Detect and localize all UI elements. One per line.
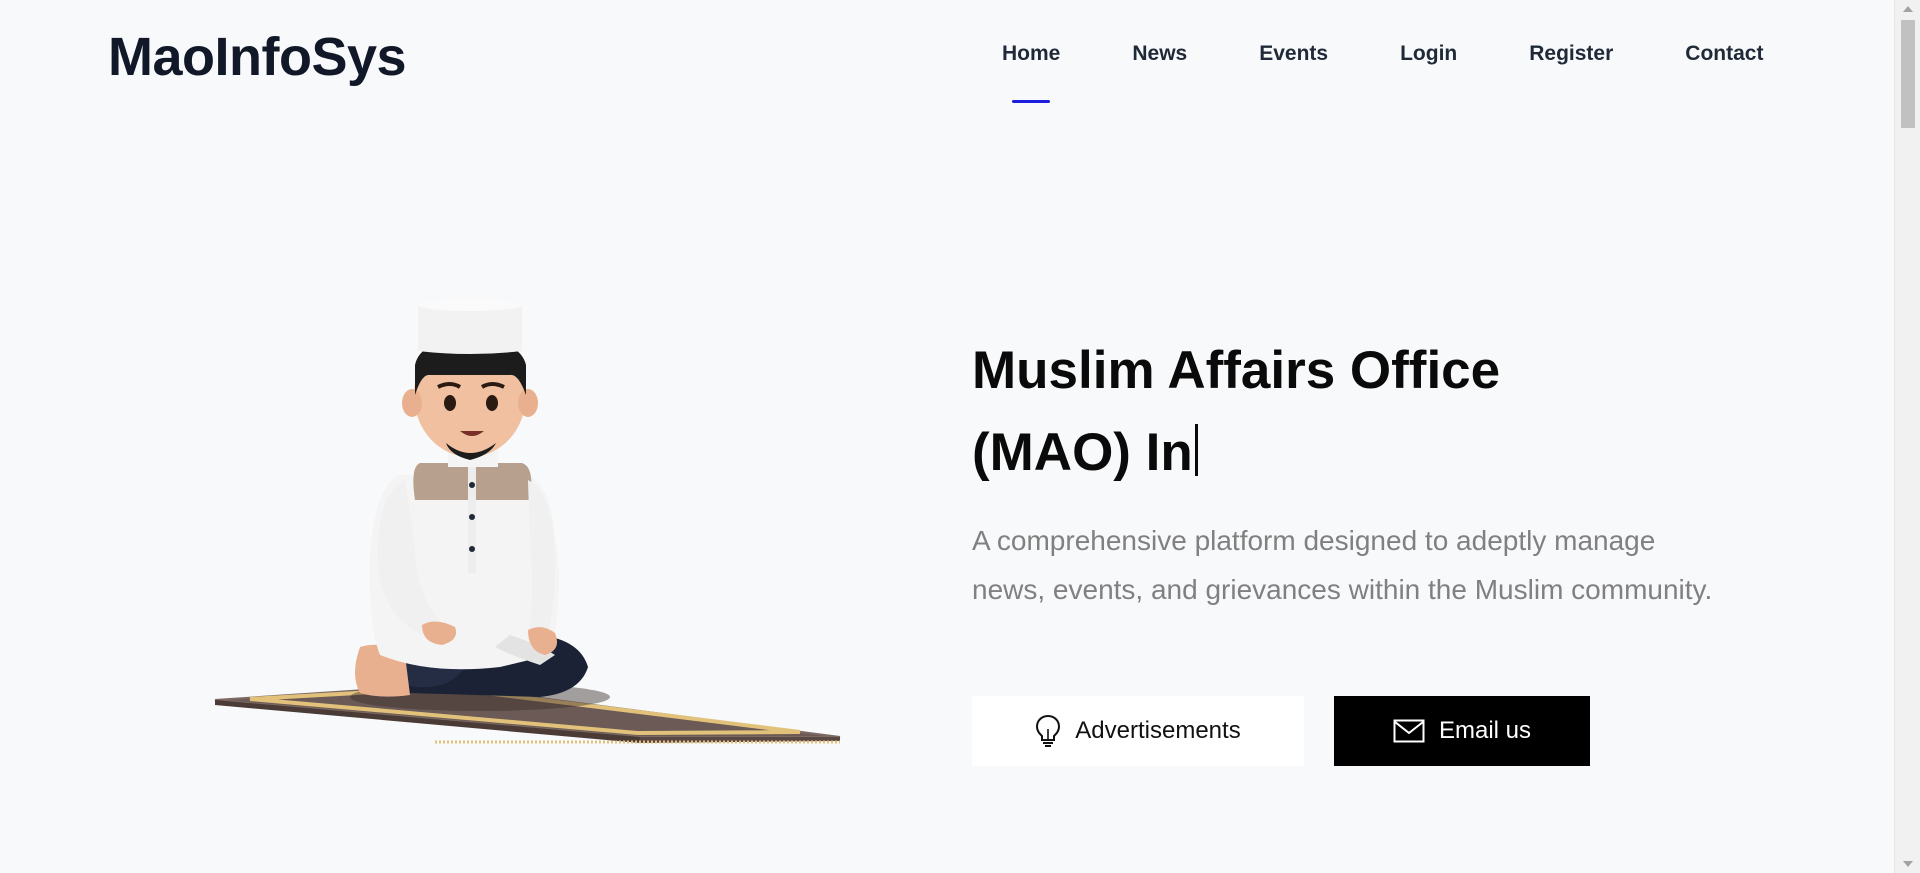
- hero-description: A comprehensive platform designed to ade…: [972, 516, 1732, 614]
- email-us-button[interactable]: Email us: [1334, 696, 1590, 766]
- envelope-icon: [1393, 719, 1425, 743]
- lightbulb-icon: [1035, 714, 1061, 748]
- page-scrollbar[interactable]: [1894, 0, 1920, 873]
- page: MaoInfoSys Home News Events Login Regist…: [0, 0, 1894, 873]
- hero-title: Muslim Affairs Office (MAO) In: [972, 330, 1612, 494]
- hero-title-line1: Muslim Affairs Office: [972, 341, 1501, 400]
- advertisements-button[interactable]: Advertisements: [972, 696, 1304, 766]
- scroll-up-arrow-icon[interactable]: [1903, 6, 1913, 12]
- scroll-down-arrow-icon[interactable]: [1903, 861, 1913, 867]
- scroll-thumb[interactable]: [1901, 20, 1915, 128]
- nav-home[interactable]: Home: [1002, 42, 1096, 103]
- hero-description-line1: A comprehensive platform designed to ade…: [972, 525, 1656, 556]
- nav-login[interactable]: Login: [1364, 42, 1493, 66]
- nav-register[interactable]: Register: [1493, 42, 1649, 66]
- nav-events[interactable]: Events: [1223, 42, 1364, 66]
- nav-contact[interactable]: Contact: [1649, 42, 1799, 66]
- email-us-button-label: Email us: [1438, 717, 1532, 744]
- nav-news[interactable]: News: [1096, 42, 1223, 66]
- hero-description-line2: news, events, and grievances within the …: [972, 574, 1713, 605]
- advertisements-button-label: Advertisements: [1075, 717, 1241, 744]
- main-nav: Home News Events Login Register Contact: [1002, 42, 1799, 103]
- hero-title-line2: (MAO) In: [972, 423, 1193, 482]
- man-praying-on-rug-illustration: [214, 299, 841, 744]
- typing-cursor: [1194, 424, 1198, 476]
- brand-logo[interactable]: MaoInfoSys: [108, 26, 407, 88]
